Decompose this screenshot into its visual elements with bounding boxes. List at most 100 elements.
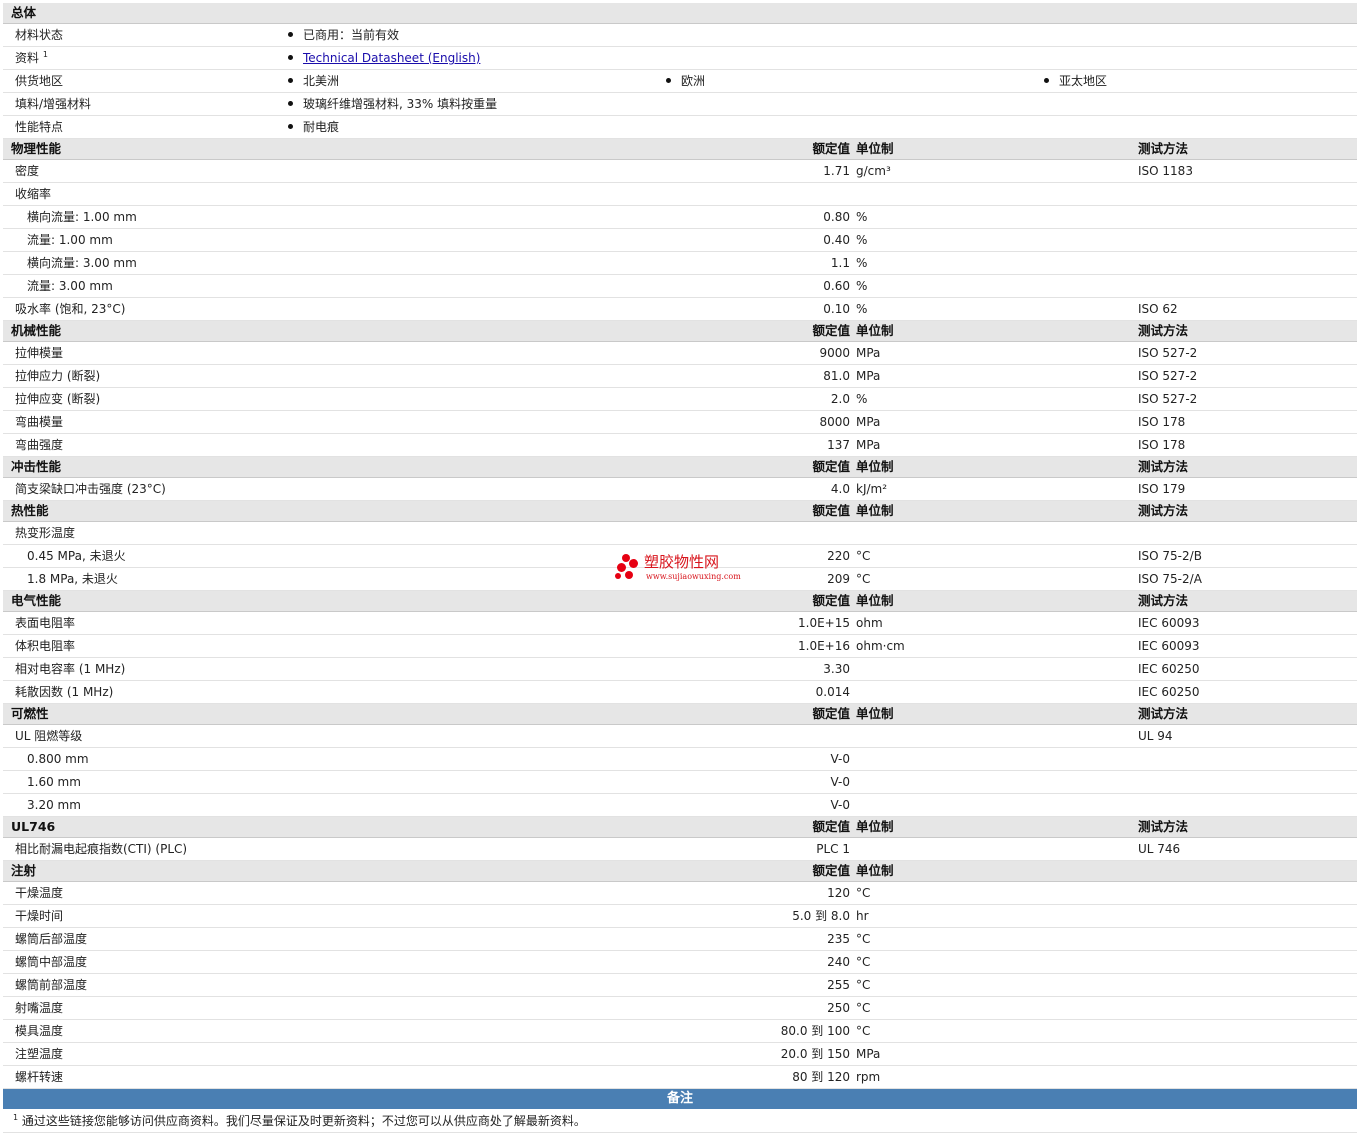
section-title: 电气性能 (11, 593, 62, 608)
property-value: 4.0 (830, 482, 850, 496)
property-label-text: 性能特点 (15, 120, 64, 134)
property-label: UL 阻燃等级 (15, 729, 83, 743)
property-label: 螺筒后部温度 (15, 932, 88, 946)
property-label: 拉伸模量 (15, 346, 64, 360)
property-test-method: IEC 60093 (1138, 639, 1200, 653)
section-title: 热性能 (11, 503, 49, 518)
section-title: 物理性能 (11, 141, 62, 156)
property-label: 横向流量: 3.00 mm (27, 256, 137, 270)
property-row: 流量: 1.00 mm 0.40% (3, 229, 1357, 252)
property-unit: MPa (856, 438, 881, 452)
property-value: 250 (827, 1001, 850, 1015)
section-title: UL746 (11, 819, 56, 834)
property-value: 1.0E+15 (798, 616, 850, 630)
property-label: 流量: 1.00 mm (27, 233, 113, 247)
general-item-text: 耐电痕 (303, 120, 340, 134)
property-unit: g/cm³ (856, 164, 891, 178)
property-row: 流量: 3.00 mm 0.60% (3, 275, 1357, 298)
property-unit: °C (856, 978, 871, 992)
property-label: 表面电阻率 (15, 616, 76, 630)
general-item: 亚太地区 (1044, 70, 1107, 92)
property-value: 5.0 到 8.0 (792, 909, 850, 923)
property-unit: °C (856, 955, 871, 969)
property-label: 弯曲模量 (15, 415, 64, 429)
bullet-icon (1044, 78, 1049, 83)
property-unit: % (856, 302, 868, 316)
property-row: 收缩率 (3, 183, 1357, 206)
property-row: 0.800 mm V-0 (3, 748, 1357, 771)
property-label: 流量: 3.00 mm (27, 279, 113, 293)
property-test-method: ISO 1183 (1138, 164, 1193, 178)
property-label: 螺筒前部温度 (15, 978, 88, 992)
property-label: 螺筒中部温度 (15, 955, 88, 969)
property-test-method: ISO 75-2/A (1138, 572, 1202, 586)
property-label: 资料 1 (15, 47, 48, 69)
general-row: 资料 1 Technical Datasheet (English) (3, 47, 1357, 70)
property-unit: °C (856, 1001, 871, 1015)
property-test-method: UL 94 (1138, 729, 1173, 743)
property-value: 2.0 (830, 392, 850, 406)
property-label: 弯曲强度 (15, 438, 64, 452)
property-unit: MPa (856, 415, 881, 429)
column-header-unit: 单位制 (856, 593, 894, 608)
section-title: 机械性能 (11, 323, 62, 338)
property-unit: MPa (856, 346, 881, 360)
general-row: 供货地区 北美洲 欧洲 亚太地区 (3, 70, 1357, 93)
property-value: 1.71 (823, 164, 850, 178)
property-value: V-0 (830, 798, 850, 812)
property-value: 240 (827, 955, 850, 969)
general-item-text: 亚太地区 (1059, 74, 1108, 88)
section-header: 机械性能 额定值 单位制 测试方法 (3, 321, 1357, 342)
property-test-method: IEC 60250 (1138, 685, 1200, 699)
property-row: 弯曲强度 137 MPa ISO 178 (3, 434, 1357, 457)
general-item-text: 北美洲 (303, 74, 340, 88)
property-label: 模具温度 (15, 1024, 64, 1038)
property-label-text: 填料/增强材料 (15, 97, 92, 111)
footnote-mark: 1 (13, 1113, 19, 1122)
property-label: 射嘴温度 (15, 1001, 64, 1015)
property-label-text: 资料 (15, 51, 40, 65)
property-label: 0.45 MPa, 未退火 (27, 549, 126, 563)
column-header-test: 测试方法 (1138, 459, 1189, 474)
property-value: 0.014 (815, 685, 850, 699)
property-label: 螺杆转速 (15, 1070, 64, 1084)
property-row: 表面电阻率 1.0E+15 ohm IEC 60093 (3, 612, 1357, 635)
property-label: 相比耐漏电起痕指数(CTI) (PLC) (15, 842, 188, 856)
section-header: 热性能 额定值 单位制 测试方法 (3, 501, 1357, 522)
property-unit: °C (856, 1024, 871, 1038)
technical-datasheet-link[interactable]: Technical Datasheet (English) (303, 51, 480, 65)
property-unit: hr (856, 909, 869, 923)
column-header-unit: 单位制 (856, 706, 894, 721)
property-unit: MPa (856, 369, 881, 383)
property-test-method: ISO 62 (1138, 302, 1178, 316)
property-value: 137 (827, 438, 850, 452)
property-value: 8000 (819, 415, 850, 429)
property-row: 横向流量: 3.00 mm 1.1% (3, 252, 1357, 275)
property-value: 255 (827, 978, 850, 992)
property-row: 体积电阻率 1.0E+16 ohm·cm IEC 60093 (3, 635, 1357, 658)
property-row: 干燥温度 120 °C (3, 882, 1357, 905)
property-row: 拉伸应变 (断裂) 2.0% ISO 527-2 (3, 388, 1357, 411)
property-test-method: ISO 527-2 (1138, 392, 1198, 406)
column-header-value: 额定值 (812, 141, 850, 156)
column-header-value: 额定值 (812, 459, 850, 474)
property-unit: ohm (856, 616, 883, 630)
footnote: 1 通过这些链接您能够访问供应商资料。我们尽量保证及时更新资料；不过您可以从供应… (13, 1109, 586, 1133)
general-item: 已商用：当前有效 (288, 24, 399, 46)
property-test-method: ISO 75-2/B (1138, 549, 1202, 563)
property-label: 3.20 mm (27, 798, 81, 812)
property-unit: % (856, 210, 868, 224)
footnote-row: 1 通过这些链接您能够访问供应商资料。我们尽量保证及时更新资料；不过您可以从供应… (3, 1109, 1357, 1133)
section-header: 电气性能 额定值 单位制 测试方法 (3, 591, 1357, 612)
property-row: 螺筒中部温度 240 °C (3, 951, 1357, 974)
property-label: 体积电阻率 (15, 639, 76, 653)
bullet-icon (288, 55, 293, 60)
property-value: V-0 (830, 775, 850, 789)
section-header: UL746 额定值 单位制 测试方法 (3, 817, 1357, 838)
property-unit: °C (856, 549, 871, 563)
property-value: 81.0 (823, 369, 850, 383)
property-row: 模具温度 80.0 到 100 °C (3, 1020, 1357, 1043)
footnote-text: 通过这些链接您能够访问供应商资料。我们尽量保证及时更新资料；不过您可以从供应商处… (21, 1114, 586, 1128)
property-row: 吸水率 (饱和, 23°C) 0.10% ISO 62 (3, 298, 1357, 321)
bullet-icon (288, 101, 293, 106)
